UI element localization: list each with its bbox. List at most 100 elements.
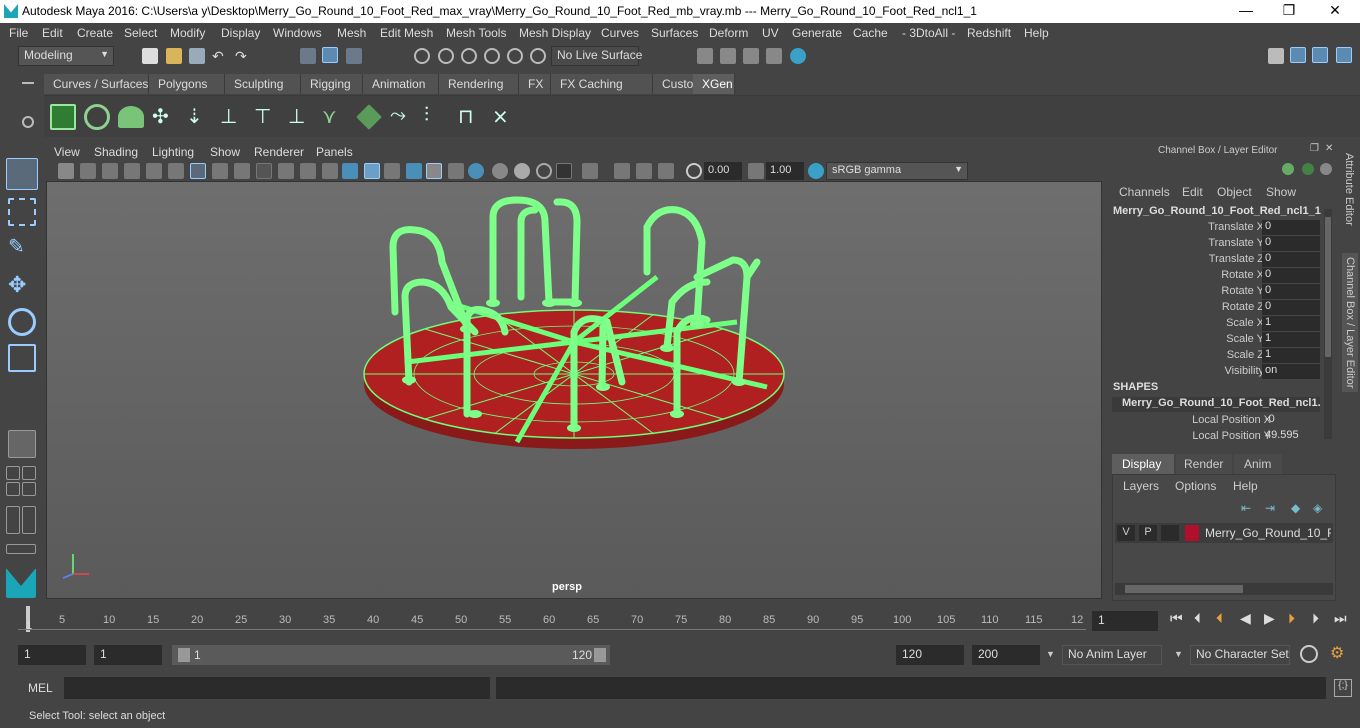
cut-guide-icon[interactable]: ⊓ bbox=[458, 104, 484, 130]
xgen-preview-icon[interactable] bbox=[84, 104, 110, 130]
bookmark-icon[interactable] bbox=[102, 163, 118, 179]
snap-view-plane-icon[interactable] bbox=[484, 48, 500, 64]
tab-animation[interactable]: Animation bbox=[363, 74, 439, 94]
maximize-button[interactable]: ❐ bbox=[1274, 2, 1304, 20]
layer-visibility[interactable]: V bbox=[1117, 525, 1135, 541]
workspace-icon[interactable] bbox=[1268, 48, 1284, 64]
layer-display-type[interactable] bbox=[1161, 525, 1179, 541]
layer-mesh-icon[interactable] bbox=[356, 104, 382, 130]
tab-fx-caching[interactable]: FX Caching bbox=[551, 74, 653, 94]
image-plane-icon[interactable] bbox=[124, 163, 140, 179]
persp-outliner-layout-icon[interactable] bbox=[22, 466, 36, 480]
menu-edit-mesh[interactable]: Edit Mesh bbox=[380, 26, 433, 40]
cb-menu-object[interactable]: Object bbox=[1217, 185, 1252, 199]
place-guide-icon[interactable]: ⇣ bbox=[186, 104, 212, 130]
anim-end-field[interactable]: 200 bbox=[972, 645, 1040, 665]
grease-pencil-icon[interactable] bbox=[168, 163, 184, 179]
live-surface-field[interactable]: No Live Surface bbox=[551, 46, 642, 66]
four-pane-layout-icon[interactable] bbox=[22, 482, 36, 496]
close-button[interactable]: ✕ bbox=[1320, 2, 1350, 20]
new-layer-selected-icon[interactable]: ◈ bbox=[1313, 501, 1322, 515]
save-scene-icon[interactable] bbox=[189, 48, 205, 64]
color-space-dropdown[interactable]: sRGB gamma ▼ bbox=[826, 162, 968, 180]
resolution-gate-icon[interactable] bbox=[234, 163, 250, 179]
xgen-editor-icon[interactable] bbox=[50, 104, 76, 130]
play-backward-icon[interactable]: ◀ bbox=[1240, 610, 1251, 627]
layer-color-swatch[interactable] bbox=[1185, 525, 1199, 541]
menu-modify[interactable]: Modify bbox=[170, 26, 205, 40]
tab-rigging[interactable]: Rigging bbox=[301, 74, 363, 94]
vp-menu-panels[interactable]: Panels bbox=[316, 145, 353, 159]
attr-value[interactable]: 1 bbox=[1262, 332, 1320, 347]
attr-value[interactable]: on bbox=[1262, 364, 1320, 379]
snap-grid-icon[interactable] bbox=[414, 48, 430, 64]
scroll-thumb[interactable] bbox=[1125, 585, 1243, 593]
anim-layer-dropdown[interactable]: No Anim Layer bbox=[1062, 645, 1162, 665]
four-view-layout-icon[interactable] bbox=[6, 466, 20, 480]
menu-3dtoall[interactable]: - 3DtoAll - bbox=[902, 26, 955, 40]
wireframe-icon[interactable] bbox=[342, 163, 358, 179]
select-by-component-icon[interactable] bbox=[346, 48, 362, 64]
command-input[interactable] bbox=[64, 677, 490, 699]
select-tool-icon[interactable] bbox=[6, 158, 38, 190]
preferences-icon[interactable]: ⚙ bbox=[1330, 643, 1344, 663]
scroll-thumb[interactable] bbox=[1325, 217, 1331, 357]
tab-fx[interactable]: FX bbox=[519, 74, 551, 94]
cb-menu-show[interactable]: Show bbox=[1266, 185, 1296, 199]
ambient-occlusion-icon[interactable] bbox=[468, 163, 484, 179]
menu-redshift[interactable]: Redshift bbox=[967, 26, 1011, 40]
wireframe-on-shaded-icon[interactable] bbox=[384, 163, 400, 179]
menu-mesh-tools[interactable]: Mesh Tools bbox=[446, 26, 506, 40]
use-default-lighting-icon[interactable] bbox=[426, 163, 442, 179]
layer-playback[interactable]: P bbox=[1139, 525, 1157, 541]
vp-menu-lighting[interactable]: Lighting bbox=[152, 145, 194, 159]
step-back-frame-icon[interactable]: ⏴ bbox=[1216, 610, 1223, 627]
snap-curve-icon[interactable] bbox=[438, 48, 454, 64]
open-scene-icon[interactable] bbox=[166, 48, 182, 64]
timeline-layout-icon[interactable] bbox=[6, 544, 36, 554]
channel-scrollbar[interactable] bbox=[1324, 209, 1332, 439]
go-to-start-icon[interactable]: ⏮ bbox=[1170, 610, 1183, 627]
snap-surface-icon[interactable] bbox=[507, 48, 523, 64]
snap-vertex-icon[interactable] bbox=[530, 48, 546, 64]
new-scene-icon[interactable] bbox=[142, 48, 158, 64]
cb-menu-channels[interactable]: Channels bbox=[1119, 185, 1170, 199]
minimize-button[interactable]: — bbox=[1231, 2, 1261, 20]
attr-value[interactable]: 0 bbox=[1262, 268, 1320, 283]
menu-surfaces[interactable]: Surfaces bbox=[651, 26, 698, 40]
chevron-down-icon[interactable]: ▼ bbox=[1174, 649, 1183, 659]
shape-attr-value[interactable]: -0 bbox=[1262, 413, 1320, 428]
safe-action-icon[interactable] bbox=[300, 163, 316, 179]
guide-to-curve-icon[interactable]: ⤳ bbox=[390, 104, 416, 130]
grass-icon[interactable]: ⋎ bbox=[322, 104, 348, 130]
field-chart-icon[interactable] bbox=[278, 163, 294, 179]
grid-icon[interactable] bbox=[190, 163, 206, 179]
menu-uv[interactable]: UV bbox=[762, 26, 779, 40]
gear-icon[interactable] bbox=[22, 116, 34, 128]
tab-sculpting[interactable]: Sculpting bbox=[225, 74, 301, 94]
layer-tab-render[interactable]: Render bbox=[1176, 454, 1232, 474]
character-set-dropdown[interactable]: No Character Set bbox=[1190, 645, 1290, 665]
float-panel-icon[interactable]: ❐ bbox=[1310, 143, 1319, 154]
motion-blur-icon[interactable] bbox=[492, 163, 508, 179]
layer-name[interactable]: Merry_Go_Round_10_Fo bbox=[1205, 526, 1331, 540]
exposure-icon[interactable] bbox=[686, 163, 702, 179]
menu-select[interactable]: Select bbox=[124, 26, 157, 40]
menu-deform[interactable]: Deform bbox=[709, 26, 748, 40]
auto-key-icon[interactable] bbox=[1300, 645, 1318, 663]
menu-file[interactable]: File bbox=[9, 26, 28, 40]
vp-menu-view[interactable]: View bbox=[54, 145, 80, 159]
range-handle-end[interactable] bbox=[594, 648, 606, 662]
step-forward-frame-icon[interactable]: ⏵ bbox=[1288, 610, 1295, 627]
depth-of-field-icon[interactable] bbox=[536, 163, 552, 179]
vp-menu-renderer[interactable]: Renderer bbox=[254, 145, 304, 159]
menu-icon[interactable] bbox=[22, 82, 34, 84]
menu-create[interactable]: Create bbox=[77, 26, 113, 40]
render-frame-icon[interactable] bbox=[697, 48, 713, 64]
layer-tab-anim[interactable]: Anim bbox=[1234, 454, 1282, 474]
move-layer-down-icon[interactable]: ⇥ bbox=[1265, 501, 1275, 515]
cv-guide-icon[interactable]: ⊤ bbox=[254, 104, 280, 130]
range-handle-start[interactable] bbox=[178, 648, 190, 662]
xray-icon[interactable] bbox=[556, 163, 572, 179]
viewport-persp[interactable]: persp bbox=[46, 181, 1102, 599]
